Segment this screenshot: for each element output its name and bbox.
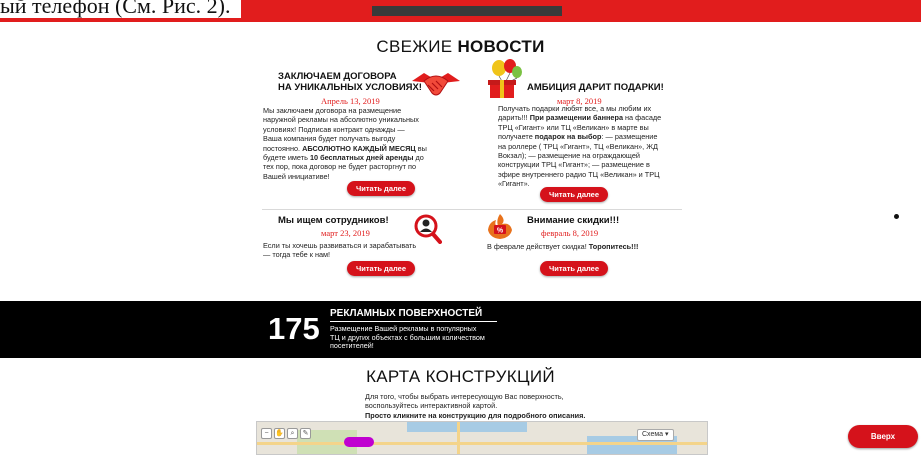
scroll-up-button[interactable]: Вверх — [848, 425, 918, 448]
card2-read-more-button[interactable]: Читать далее — [540, 187, 608, 202]
surfaces-title: РЕКЛАМНЫХ ПОВЕРХНОСТЕЙ — [330, 308, 483, 319]
news-title-bold: НОВОСТИ — [457, 37, 545, 56]
page: ый телефон (См. Рис. 2). СВЕЖИЕ НОВОСТИ … — [0, 0, 921, 455]
surfaces-title-underline — [330, 321, 497, 322]
map-description: Для того, чтобы выбрать интересующую Вас… — [365, 392, 586, 420]
map-scheme-select[interactable]: Схема ▾ — [637, 429, 674, 441]
map-road-2 — [457, 422, 460, 454]
card1-title: ЗАКЛЮЧАЕМ ДОГОВОРА НА УНИКАЛЬНЫХ УСЛОВИЯ… — [278, 71, 422, 93]
map-road — [257, 442, 707, 445]
card4-read-more-button[interactable]: Читать далее — [540, 261, 608, 276]
discount-fire-icon: % — [488, 214, 512, 239]
top-dark-bar — [372, 6, 562, 16]
map-ruler-tool[interactable]: ✎ — [300, 428, 311, 439]
card4-title: Внимание скидки!!! — [527, 215, 620, 226]
card2-title: АМБИЦИЯ ДАРИТ ПОДАРКИ! — [527, 82, 664, 93]
stray-dot — [894, 214, 899, 219]
card1-date: Апрель 13, 2019 — [321, 96, 380, 106]
magnifier-person-icon — [414, 214, 442, 244]
card3-date: март 23, 2019 — [321, 228, 370, 238]
map-search-tool[interactable]: ⌕ — [287, 428, 298, 439]
news-section-title: СВЕЖИЕ НОВОСТИ — [0, 37, 921, 57]
card3-text: Если ты хочешь развиваться и зарабатыват… — [263, 241, 417, 260]
surfaces-description: Размещение Вашей рекламы в популярных ТЦ… — [330, 324, 485, 351]
card4-text: В феврале действует скидка! Торопитесь!!… — [487, 242, 639, 251]
news-title-normal: СВЕЖИЕ — [376, 37, 453, 56]
map-zoom-tool[interactable]: − — [261, 428, 272, 439]
card1-text: Мы заключаем договора на размещение нару… — [263, 106, 427, 181]
card3-title: Мы ищем сотрудников! — [278, 215, 389, 226]
news-divider — [262, 209, 682, 210]
map-section-title: КАРТА КОНСТРУКЦИЙ — [366, 367, 555, 386]
document-fragment-text: ый телефон (См. Рис. 2). — [0, 0, 241, 18]
card4-date: февраль 8, 2019 — [541, 228, 599, 238]
handshake-icon — [412, 73, 460, 96]
interactive-map[interactable]: − ✋ ⌕ ✎ Схема ▾ — [256, 421, 708, 455]
svg-text:%: % — [497, 228, 504, 235]
map-water — [407, 422, 527, 432]
gift-balloons-icon — [488, 59, 522, 98]
map-construction-marker[interactable] — [344, 437, 374, 447]
surfaces-count: 175 — [268, 311, 320, 346]
card1-read-more-button[interactable]: Читать далее — [347, 181, 415, 196]
card3-read-more-button[interactable]: Читать далее — [347, 261, 415, 276]
map-hand-tool[interactable]: ✋ — [274, 428, 285, 439]
card2-text: Получать подарки любят все, а мы любим и… — [498, 104, 662, 189]
